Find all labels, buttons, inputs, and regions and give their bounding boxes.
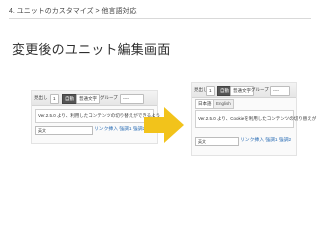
header-divider: [9, 18, 311, 19]
left-num-select[interactable]: 1: [50, 94, 59, 104]
left-toolbar-label: 見出し: [34, 95, 48, 100]
left-editor-text: Ver.2.5.0 より、利用したコンテンツの切り替えができるよう: [38, 113, 161, 118]
left-insert-links[interactable]: リンク挿入 強調1 強調2: [94, 126, 145, 134]
left-group-select[interactable]: ----: [120, 94, 144, 104]
right-insert-links[interactable]: リンク挿入 強調1 強調2: [240, 137, 291, 145]
right-editor-text: Ver.2.5.0 より、Cookieを利用したコンテンツの切り替えが: [198, 116, 317, 121]
right-toolbar: 見出し 1 自動 普通文字 グループ ----: [192, 83, 296, 98]
left-toolbar: 見出し 1 自動 普通文字 グループ ----: [32, 91, 157, 106]
left-size-select[interactable]: 普通文字: [76, 94, 100, 104]
left-text-editor[interactable]: Ver.2.5.0 より、利用したコンテンツの切り替えができるよう: [35, 109, 160, 123]
right-num-select[interactable]: 1: [206, 86, 215, 96]
left-mode-button[interactable]: 自動: [62, 94, 77, 104]
page-title: 変更後のユニット編集画面: [12, 42, 171, 57]
arrow-right-icon: [144, 107, 184, 143]
left-group-label: グループ: [100, 95, 118, 100]
right-group-label: グループ: [251, 87, 269, 92]
right-unit-editor: 見出し 1 自動 普通文字 グループ ---- 日本語 English Ver.…: [191, 82, 316, 156]
right-format-select[interactable]: 英文: [195, 137, 239, 146]
tab-english[interactable]: English: [213, 99, 234, 109]
right-text-editor[interactable]: Ver.2.5.0 より、Cookieを利用したコンテンツの切り替えが: [195, 110, 316, 128]
right-bottom-row: 英文 リンク挿入 強調1 強調2: [195, 137, 292, 146]
breadcrumb-header: 4. ユニットのカスタマイズ > 他言語対応: [9, 8, 137, 15]
left-format-select[interactable]: 英文: [35, 126, 93, 135]
tab-japanese[interactable]: 日本語: [195, 99, 215, 109]
right-group-select[interactable]: ----: [270, 86, 290, 96]
left-unit-editor: 見出し 1 自動 普通文字 グループ ---- Ver.2.5.0 より、利用し…: [31, 90, 160, 144]
left-bottom-row: 英文 リンク挿入 強調1 強調2: [35, 126, 152, 135]
